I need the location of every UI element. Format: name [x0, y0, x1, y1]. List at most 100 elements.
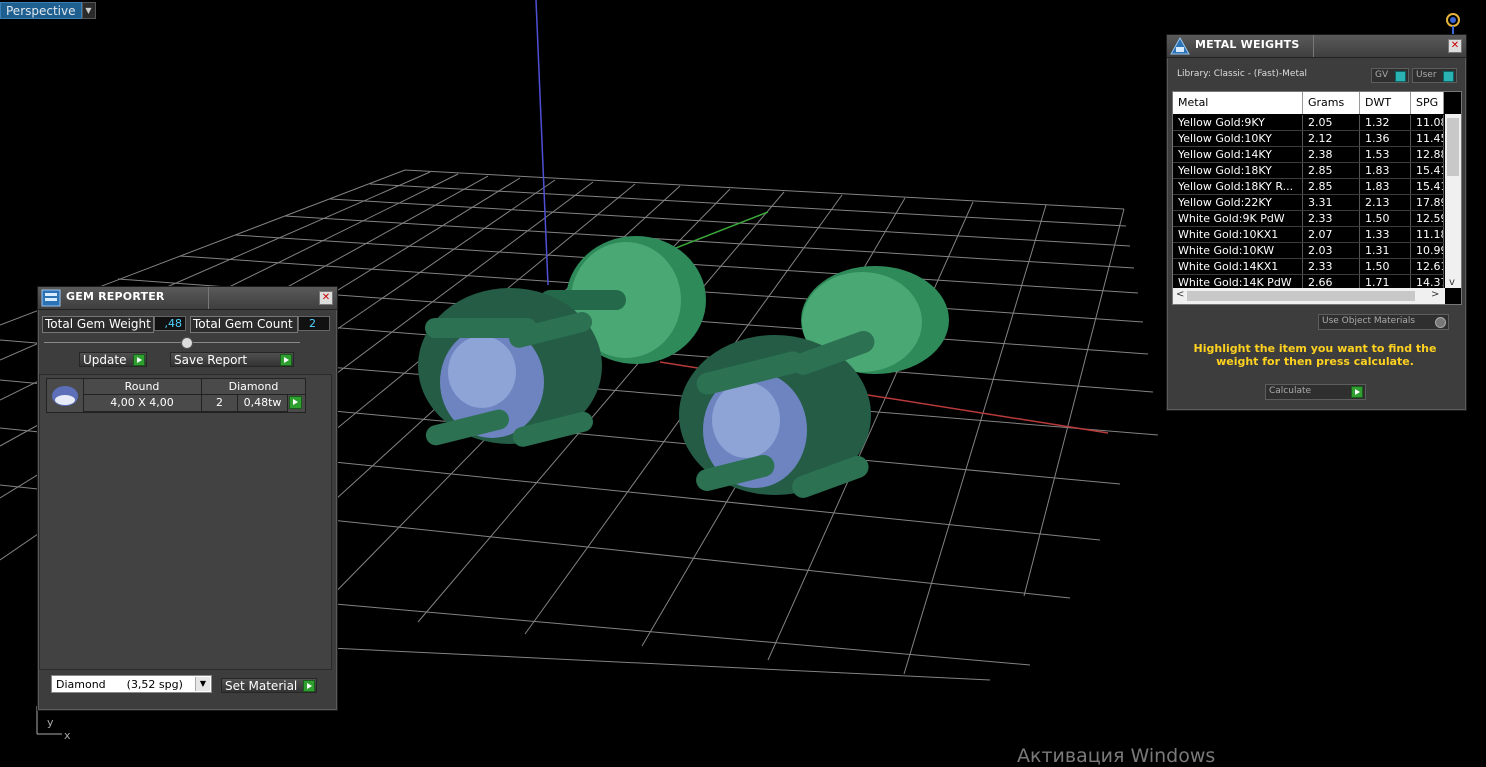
total-weight-label-box: Total Gem Weight — [42, 316, 154, 333]
user-label: User — [1416, 70, 1437, 80]
table-cell: 1.83 — [1360, 163, 1411, 178]
update-label: Update — [83, 352, 127, 367]
table-row[interactable]: White Gold:14KX12.331.5012.61 — [1173, 259, 1444, 275]
table-cell: 2.03 — [1303, 243, 1360, 258]
table-row[interactable]: Yellow Gold:18KY2.851.8315.41 — [1173, 163, 1444, 179]
col-header[interactable]: Grams — [1303, 92, 1360, 114]
table-cell: Yellow Gold:18KY R... — [1173, 179, 1303, 194]
panel-title: GEM REPORTER — [66, 290, 165, 303]
chevron-down-icon[interactable]: ▼ — [81, 2, 96, 19]
metal-weights-titlebar[interactable]: METAL WEIGHTS ✕ — [1167, 35, 1466, 58]
divider — [44, 342, 300, 343]
col-header[interactable]: DWT — [1360, 92, 1411, 114]
gem-material-header: Diamond — [202, 379, 305, 395]
save-report-label: Save Report — [174, 352, 248, 367]
chevron-down-icon[interactable]: v — [1449, 277, 1455, 288]
set-material-button[interactable]: Set Material — [221, 678, 317, 693]
viewport-name[interactable]: Perspective — [0, 2, 82, 19]
round-gem-icon — [52, 385, 78, 406]
total-count-value: 2 — [298, 316, 330, 331]
total-weight-value: ,48 — [154, 316, 186, 331]
collapse-handle-icon[interactable] — [181, 337, 193, 349]
table-cell: 12.61 — [1411, 259, 1444, 274]
earring-model-left[interactable] — [418, 236, 706, 449]
calculate-label: Calculate — [1269, 386, 1312, 396]
activation-watermark: Активация Windows — [1017, 745, 1216, 767]
earring-model-right[interactable] — [679, 266, 949, 501]
horizontal-scrollbar[interactable]: < > — [1173, 288, 1445, 304]
play-icon — [133, 354, 145, 366]
calculate-button[interactable]: Calculate — [1265, 384, 1366, 400]
scrollbar-thumb[interactable] — [1187, 291, 1415, 301]
material-select[interactable]: Diamond (3,52 spg) ▼ — [51, 675, 212, 693]
table-cell: 11.45 — [1411, 131, 1444, 146]
play-icon — [1351, 386, 1363, 398]
table-cell: 1.83 — [1360, 179, 1411, 194]
table-cell: 2.12 — [1303, 131, 1360, 146]
gem-reporter-titlebar[interactable]: GEM REPORTER ✕ — [38, 287, 337, 310]
col-header[interactable]: SPG — [1411, 92, 1444, 114]
set-material-label: Set Material — [225, 678, 298, 693]
table-cell: 3.31 — [1303, 195, 1360, 210]
table-row[interactable]: Yellow Gold:14KY2.381.5312.88 — [1173, 147, 1444, 163]
table-cell: Yellow Gold:22KY — [1173, 195, 1303, 210]
table-cell: White Gold:9K PdW — [1173, 211, 1303, 226]
table-cell: Yellow Gold:14KY — [1173, 147, 1303, 162]
gem-table-row[interactable]: Round Diamond 4,00 X 4,00 2 0,48tw — [46, 378, 306, 413]
play-icon[interactable] — [289, 396, 302, 409]
table-row[interactable]: Yellow Gold:9KY2.051.3211.08 — [1173, 115, 1444, 131]
use-object-materials-label: Use Object Materials — [1322, 316, 1416, 326]
toggle-icon — [1395, 71, 1406, 82]
total-weight-label: Total Gem Weight — [45, 317, 151, 331]
chevron-left-icon[interactable]: < — [1176, 289, 1184, 300]
vertical-scrollbar[interactable]: v — [1445, 114, 1461, 288]
table-row[interactable]: White Gold:10KX12.071.3311.18 — [1173, 227, 1444, 243]
library-label: Library: Classic - (Fast)-Metal — [1177, 69, 1308, 79]
user-toggle[interactable]: User — [1412, 68, 1457, 83]
table-cell: 1.31 — [1360, 243, 1411, 258]
use-object-materials-toggle[interactable]: Use Object Materials — [1318, 314, 1449, 330]
table-cell: Yellow Gold:10KY — [1173, 131, 1303, 146]
update-button[interactable]: Update — [79, 352, 147, 367]
table-cell: 1.32 — [1360, 115, 1411, 130]
chevron-down-icon[interactable]: ▼ — [195, 677, 210, 691]
title-divider — [1313, 35, 1314, 57]
table-cell: White Gold:10KW — [1173, 243, 1303, 258]
play-icon — [280, 354, 292, 366]
table-cell: 15.41 — [1411, 179, 1444, 194]
gv-toggle[interactable]: GV — [1371, 68, 1409, 83]
metal-table[interactable]: Metal Grams DWT SPG Yellow Gold:9KY 2.05 1… — [1172, 91, 1462, 305]
close-icon[interactable]: ✕ — [1448, 39, 1462, 53]
instruction-message: Highlight the item you want to find the … — [1193, 342, 1437, 368]
table-cell: Yellow Gold:18KY — [1173, 163, 1303, 178]
table-cell: 1.53 — [1360, 147, 1411, 162]
table-cell: 12.59 — [1411, 211, 1444, 226]
viewport-label[interactable]: Perspective ▼ — [0, 2, 96, 19]
save-report-button[interactable]: Save Report — [170, 352, 294, 367]
table-cell: 2.33 — [1303, 211, 1360, 226]
gem-list[interactable] — [39, 374, 332, 670]
gem-quantity: 2 — [202, 395, 238, 412]
gem-thumbnail — [47, 379, 84, 412]
scrollbar-thumb[interactable] — [1447, 118, 1459, 176]
table-cell: 2.07 — [1303, 227, 1360, 242]
table-cell: 11.08 — [1411, 115, 1444, 130]
table-row[interactable]: Yellow Gold:22KY3.312.1317.89 — [1173, 195, 1444, 211]
table-cell: 2.05 — [1303, 115, 1360, 130]
table-cell: 1.50 — [1360, 211, 1411, 226]
table-row[interactable]: White Gold:9K PdW2.331.5012.59 — [1173, 211, 1444, 227]
table-cell: 15.41 — [1411, 163, 1444, 178]
table-row[interactable]: Yellow Gold:18KY R...2.851.8315.41 — [1173, 179, 1444, 195]
gem-reporter-icon — [41, 289, 61, 307]
title-divider — [208, 287, 209, 309]
close-icon[interactable]: ✕ — [319, 291, 333, 305]
table-row[interactable]: White Gold:10KW2.031.3110.99 — [1173, 243, 1444, 259]
gem-weight: 0,48tw — [238, 395, 288, 412]
table-row[interactable]: Yellow Gold:10KY2.121.3611.45 — [1173, 131, 1444, 147]
total-count-label-box: Total Gem Count — [190, 316, 298, 333]
table-cell: White Gold:10KX1 — [1173, 227, 1303, 242]
chevron-right-icon[interactable]: > — [1431, 289, 1439, 300]
col-header[interactable]: Metal — [1173, 92, 1303, 114]
gv-label: GV — [1375, 70, 1389, 80]
play-icon — [303, 680, 315, 692]
